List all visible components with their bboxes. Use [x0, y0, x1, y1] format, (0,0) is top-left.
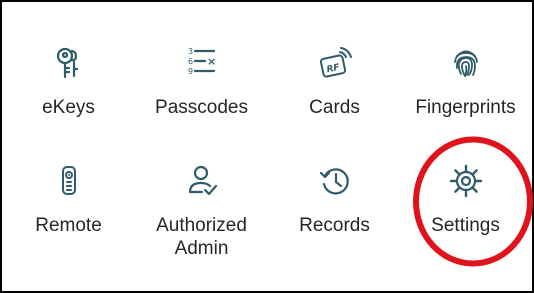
fingerprint-icon — [453, 50, 478, 77]
passcode-digit: 9 — [188, 67, 193, 76]
tile-ekeys[interactable]: eKeys — [2, 46, 135, 119]
tile-cards[interactable]: RF Cards — [268, 46, 401, 119]
tile-label: Passcodes — [155, 97, 248, 118]
rf-card-icon: RF — [319, 47, 352, 78]
passcode-digit: 3 — [188, 47, 193, 56]
tile-authorized-admin[interactable]: Authorized Admin — [135, 164, 268, 260]
tile-fingerprints[interactable]: Fingerprints — [399, 46, 532, 119]
tile-label: Cards — [309, 97, 360, 118]
tile-label: eKeys — [42, 97, 95, 118]
passcode-digit: 6 — [188, 57, 193, 66]
tile-label: Authorized Admin — [156, 215, 247, 259]
tile-passcodes[interactable]: 3 6 9 × Passcodes — [135, 46, 268, 119]
tile-settings[interactable]: Settings — [399, 164, 532, 237]
tile-label: Fingerprints — [415, 97, 516, 118]
feature-grid: eKeys 3 6 9 × Passcodes RF Cards Fingerp… — [0, 0, 534, 293]
tile-label: Remote — [35, 215, 102, 236]
passcode-icon: 3 6 9 × — [188, 47, 216, 76]
admin-user-icon — [188, 165, 217, 196]
passcode-mark: × — [207, 55, 216, 68]
tile-records[interactable]: Records — [268, 164, 401, 237]
tile-label: Records — [299, 215, 370, 236]
history-icon — [319, 168, 349, 195]
tile-label: Settings — [431, 215, 500, 236]
tile-remote[interactable]: Remote — [2, 164, 135, 237]
gear-icon — [449, 164, 482, 198]
remote-icon — [61, 166, 76, 195]
key-icon — [56, 47, 78, 79]
